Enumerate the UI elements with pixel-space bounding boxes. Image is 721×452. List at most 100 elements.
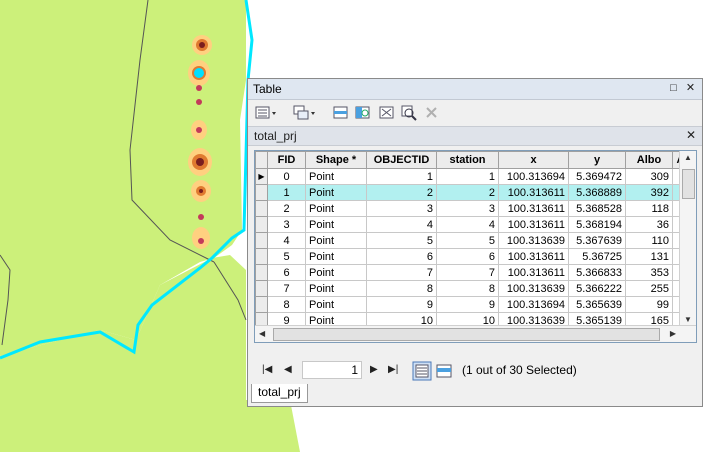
table-titlebar[interactable]: Table □ ✕ — [248, 79, 702, 100]
table-cell[interactable]: 8 — [267, 296, 306, 313]
table-cell[interactable]: 131 — [625, 248, 673, 265]
clear-selection-icon[interactable] — [378, 104, 396, 121]
switch-selection-icon[interactable] — [354, 104, 372, 121]
table-cell[interactable]: Point — [305, 232, 367, 249]
row-selector[interactable] — [255, 184, 268, 201]
column-header[interactable]: Shape * — [305, 151, 367, 169]
table-row[interactable]: 5 Point 6 6 100.313611 5.36725 131 — [255, 248, 696, 265]
column-header[interactable]: FID — [267, 151, 306, 169]
row-selector[interactable] — [255, 296, 268, 313]
column-header[interactable]: y — [568, 151, 626, 169]
table-cell[interactable]: 100.313611 — [498, 184, 569, 201]
table-cell[interactable]: 6 — [366, 248, 437, 265]
column-header[interactable]: OBJECTID — [366, 151, 437, 169]
show-all-records-icon[interactable] — [412, 361, 432, 381]
vertical-scrollbar[interactable]: ▲ ▼ — [679, 151, 696, 326]
column-header[interactable]: station — [436, 151, 499, 169]
table-cell[interactable]: 5 — [267, 248, 306, 265]
related-tables-icon[interactable] — [292, 104, 316, 121]
table-cell[interactable]: 2 — [436, 184, 499, 201]
table-cell[interactable]: 6 — [267, 264, 306, 281]
table-cell[interactable]: 6 — [436, 248, 499, 265]
table-cell[interactable]: 9 — [436, 296, 499, 313]
table-row[interactable]: 1 Point 2 2 100.313611 5.368889 392 — [255, 184, 696, 201]
column-header[interactable]: x — [498, 151, 569, 169]
tab-total-prj[interactable]: total_prj — [251, 384, 308, 403]
select-by-attributes-icon[interactable] — [332, 104, 350, 121]
column-header[interactable]: Albo — [625, 151, 673, 169]
previous-record-icon[interactable]: ◀ — [284, 364, 292, 375]
table-cell[interactable]: 110 — [625, 232, 673, 249]
attribute-grid[interactable]: FID Shape * OBJECTID station x y Albo A … — [254, 150, 697, 343]
table-window[interactable]: Table □ ✕ total_prj ✕ FID Shape * OBJECT… — [247, 78, 703, 407]
table-cell[interactable]: 3 — [366, 200, 437, 217]
table-cell[interactable]: 5.367639 — [568, 232, 626, 249]
table-row[interactable]: 6 Point 7 7 100.313611 5.366833 353 — [255, 264, 696, 281]
scroll-down-icon[interactable]: ▼ — [684, 315, 692, 324]
table-cell[interactable]: Point — [305, 168, 367, 185]
first-record-icon[interactable]: |◀ — [262, 364, 272, 375]
table-cell[interactable]: 3 — [267, 216, 306, 233]
table-cell[interactable]: 7 — [366, 264, 437, 281]
table-cell[interactable]: 3 — [436, 200, 499, 217]
table-row[interactable]: 3 Point 4 4 100.313611 5.368194 36 — [255, 216, 696, 233]
table-cell[interactable]: 99 — [625, 296, 673, 313]
table-cell[interactable]: 100.313611 — [498, 248, 569, 265]
table-cell[interactable]: 392 — [625, 184, 673, 201]
table-cell[interactable]: 7 — [267, 280, 306, 297]
table-cell[interactable]: 100.313694 — [498, 168, 569, 185]
table-cell[interactable]: Point — [305, 264, 367, 281]
scroll-right-icon[interactable]: ▶ — [670, 329, 676, 338]
table-cell[interactable]: 2 — [366, 184, 437, 201]
last-record-icon[interactable]: ▶| — [388, 364, 398, 375]
close-icon[interactable]: ✕ — [686, 128, 696, 142]
next-record-icon[interactable]: ▶ — [370, 364, 378, 375]
table-row[interactable]: 4 Point 5 5 100.313639 5.367639 110 — [255, 232, 696, 249]
table-cell[interactable]: 7 — [436, 264, 499, 281]
table-cell[interactable]: 100.313611 — [498, 216, 569, 233]
horizontal-scroll-thumb[interactable] — [273, 328, 660, 341]
table-cell[interactable]: 5.366833 — [568, 264, 626, 281]
zoom-to-selected-icon[interactable] — [400, 104, 418, 121]
delete-selected-icon[interactable] — [424, 104, 440, 121]
table-cell[interactable]: 5.36725 — [568, 248, 626, 265]
table-cell[interactable]: 4 — [366, 216, 437, 233]
maximize-icon[interactable]: □ — [667, 82, 680, 95]
row-selector[interactable]: ▶ — [255, 168, 268, 185]
table-cell[interactable]: 100.313611 — [498, 200, 569, 217]
table-cell[interactable]: Point — [305, 184, 367, 201]
close-icon[interactable]: ✕ — [684, 82, 697, 95]
table-cell[interactable]: Point — [305, 248, 367, 265]
table-cell[interactable]: 100.313611 — [498, 264, 569, 281]
table-cell[interactable]: 8 — [436, 280, 499, 297]
table-cell[interactable]: 353 — [625, 264, 673, 281]
table-cell[interactable]: 36 — [625, 216, 673, 233]
table-cell[interactable]: 1 — [366, 168, 437, 185]
row-selector[interactable] — [255, 216, 268, 233]
table-row[interactable]: ▶ 0 Point 1 1 100.313694 5.369472 309 — [255, 168, 696, 185]
table-cell[interactable]: 2 — [267, 200, 306, 217]
table-cell[interactable]: 9 — [366, 296, 437, 313]
table-row[interactable]: 7 Point 8 8 100.313639 5.366222 255 — [255, 280, 696, 297]
show-selected-records-icon[interactable] — [434, 361, 454, 381]
table-cell[interactable]: 1 — [436, 168, 499, 185]
table-cell[interactable]: 4 — [436, 216, 499, 233]
table-cell[interactable]: 0 — [267, 168, 306, 185]
table-options-icon[interactable] — [254, 104, 278, 121]
table-cell[interactable]: Point — [305, 200, 367, 217]
row-selector[interactable] — [255, 280, 268, 297]
table-cell[interactable]: 8 — [366, 280, 437, 297]
row-selector[interactable] — [255, 200, 268, 217]
row-selector[interactable] — [255, 248, 268, 265]
table-cell[interactable]: 5.368889 — [568, 184, 626, 201]
table-cell[interactable]: 1 — [267, 184, 306, 201]
horizontal-scrollbar[interactable]: ◀ ▶ — [255, 325, 696, 342]
table-row[interactable]: 2 Point 3 3 100.313611 5.368528 118 — [255, 200, 696, 217]
table-cell[interactable]: 5.365639 — [568, 296, 626, 313]
vertical-scroll-thumb[interactable] — [682, 169, 695, 199]
table-cell[interactable]: 5 — [436, 232, 499, 249]
table-cell[interactable]: 100.313639 — [498, 232, 569, 249]
table-cell[interactable]: 100.313639 — [498, 280, 569, 297]
table-cell[interactable]: 255 — [625, 280, 673, 297]
table-cell[interactable]: 4 — [267, 232, 306, 249]
